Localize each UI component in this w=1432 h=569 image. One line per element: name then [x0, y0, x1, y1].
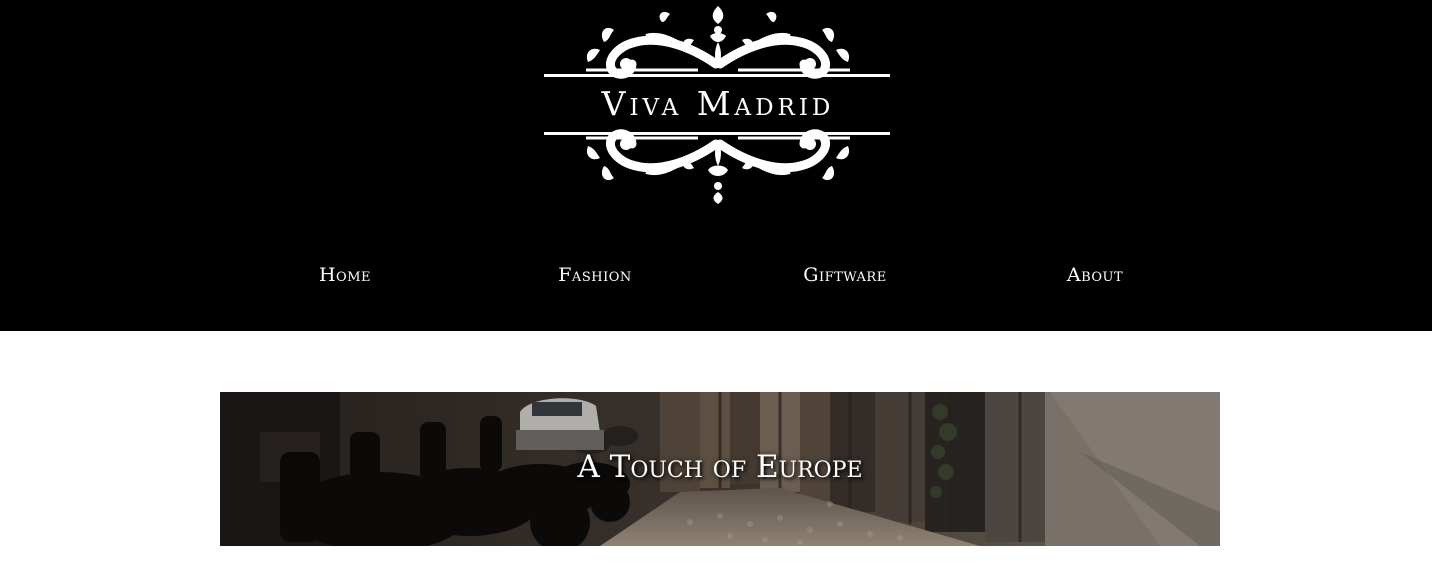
main-navigation: Home Fashion Giftware About	[0, 255, 1432, 299]
banner-title: A Touch of Europe	[577, 449, 863, 485]
site-logo[interactable]: Viva Madrid	[540, 2, 896, 208]
nav-item-about[interactable]: About	[1015, 255, 1175, 295]
nav-item-home[interactable]: Home	[265, 255, 425, 295]
nav-item-giftware[interactable]: Giftware	[765, 255, 925, 295]
nav-item-fashion[interactable]: Fashion	[515, 255, 675, 295]
logo-wordmark: Viva Madrid	[601, 84, 835, 123]
hero-banner: A Touch of Europe	[220, 392, 1220, 546]
site-header: Viva Madrid Home Fashion Giftware About	[0, 0, 1432, 331]
